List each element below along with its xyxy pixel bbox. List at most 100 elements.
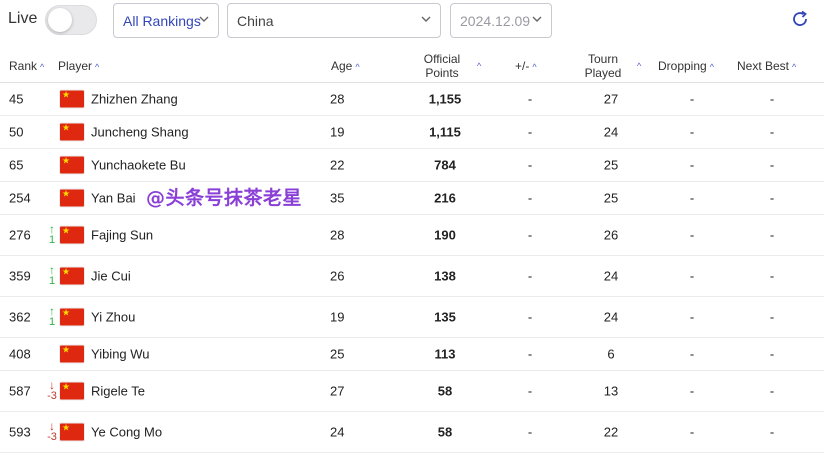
header-next-best[interactable]: Next Best ^ — [737, 59, 796, 74]
rank-movement-value: 1 — [48, 315, 56, 328]
ranking-type-select[interactable]: All Rankings — [113, 3, 219, 38]
next-best-cell: - — [769, 157, 775, 172]
table-row[interactable]: 587 ↓ -3 ★ Rigele Te 27 58 - 13 - - — [0, 370, 824, 412]
toggle-knob — [48, 8, 72, 32]
flag-star-icon: ★ — [62, 344, 71, 354]
tournaments-cell: 24 — [603, 309, 619, 324]
next-best-cell: - — [769, 383, 775, 398]
player-name[interactable]: Yi Zhou — [91, 309, 135, 324]
table-row[interactable]: 254 ★ Yan Bai 35 216 - 25 - - — [0, 181, 824, 215]
points-cell: 190 — [434, 227, 456, 242]
points-cell: 1,115 — [429, 124, 461, 139]
header-points-line2: Points — [425, 66, 459, 80]
age-cell: 24 — [330, 424, 345, 439]
table-row[interactable]: 45 ★ Zhizhen Zhang 28 1,155 - 27 - - — [0, 82, 824, 116]
dropping-cell: - — [689, 346, 695, 361]
tournaments-cell: 22 — [603, 424, 619, 439]
live-toggle[interactable] — [45, 5, 97, 35]
dropping-cell: - — [689, 190, 695, 205]
points-cell: 216 — [434, 190, 456, 205]
rank-movement: ↓ -3 — [44, 420, 60, 443]
player-name[interactable]: Fajing Sun — [91, 227, 153, 242]
player-name[interactable]: Yunchaokete Bu — [91, 157, 186, 172]
rank-movement: ↑ 1 — [44, 264, 60, 287]
diff-cell: - — [527, 268, 533, 283]
points-cell: 784 — [434, 157, 456, 172]
flag-star-icon: ★ — [62, 122, 71, 132]
table-row[interactable]: 50 ★ Juncheng Shang 19 1,115 - 24 - - — [0, 115, 824, 149]
tournaments-cell: 24 — [603, 268, 619, 283]
header-rank[interactable]: Rank ^ — [9, 59, 44, 74]
ranking-type-value: All Rankings — [123, 13, 201, 29]
table-row[interactable]: 65 ★ Yunchaokete Bu 22 784 - 25 - - — [0, 148, 824, 182]
diff-cell: - — [527, 190, 533, 205]
dropping-cell: - — [689, 124, 695, 139]
player-name[interactable]: Rigele Te — [91, 383, 145, 398]
dropping-cell: - — [689, 309, 695, 324]
diff-cell: - — [527, 424, 533, 439]
header-diff-label: +/- — [515, 59, 530, 73]
dropping-cell: - — [689, 268, 695, 283]
header-player[interactable]: Player ^ — [58, 59, 99, 74]
header-age[interactable]: Age ^ — [331, 59, 360, 74]
points-cell: 1,155 — [428, 91, 462, 106]
chevron-down-icon — [421, 16, 431, 22]
player-name[interactable]: Ye Cong Mo — [91, 424, 162, 439]
table-row[interactable]: 362 ↑ 1 ★ Yi Zhou 19 135 - 24 - - — [0, 296, 824, 338]
next-best-cell: - — [769, 227, 775, 242]
date-value: 2024.12.09 — [460, 13, 531, 29]
refresh-icon[interactable] — [790, 9, 810, 29]
header-tournaments[interactable]: Tourn Played — [573, 52, 633, 80]
points-cell: 113 — [434, 346, 456, 361]
diff-cell: - — [527, 157, 533, 172]
age-cell: 22 — [330, 157, 345, 172]
watermark-text: @头条号抹茶老星 — [146, 187, 303, 209]
tournaments-cell: 27 — [603, 91, 619, 106]
table-row[interactable]: 408 ★ Yibing Wu 25 113 - 6 - - — [0, 337, 824, 371]
date-select[interactable]: 2024.12.09 — [450, 3, 552, 38]
next-best-cell: - — [769, 91, 775, 106]
chevron-down-icon — [532, 16, 542, 22]
table-row[interactable]: 593 ↓ -3 ★ Ye Cong Mo 24 58 - 22 - - — [0, 411, 824, 453]
sort-asc-icon: ^ — [40, 62, 45, 72]
header-tourn-line2: Played — [584, 66, 622, 80]
flag-star-icon: ★ — [62, 225, 71, 235]
diff-cell: - — [527, 383, 533, 398]
header-diff[interactable]: +/- ^ — [515, 59, 537, 74]
next-best-cell: - — [769, 268, 775, 283]
flag-star-icon: ★ — [62, 266, 71, 276]
china-flag-icon: ★ — [60, 123, 84, 140]
table-row[interactable]: 276 ↑ 1 ★ Fajing Sun 28 190 - 26 - - — [0, 214, 824, 256]
player-name[interactable]: Zhizhen Zhang — [91, 91, 178, 106]
sort-asc-icon[interactable]: ^ — [637, 59, 641, 73]
dropping-cell: - — [689, 91, 695, 106]
rank-movement-value: -3 — [47, 430, 57, 443]
tournaments-cell: 6 — [607, 346, 615, 361]
header-tourn-line1: Tourn — [587, 52, 619, 66]
china-flag-icon: ★ — [60, 267, 84, 284]
header-dropping[interactable]: Dropping ^ — [658, 59, 714, 74]
player-name[interactable]: Yibing Wu — [91, 346, 150, 361]
points-cell: 138 — [434, 268, 456, 283]
player-name[interactable]: Juncheng Shang — [91, 124, 189, 139]
country-select[interactable]: China — [227, 3, 441, 38]
china-flag-icon: ★ — [60, 308, 84, 325]
next-best-cell: - — [769, 190, 775, 205]
toolbar: Live All Rankings China 2024.12.09 — [0, 0, 824, 44]
player-name[interactable]: Jie Cui — [91, 268, 131, 283]
flag-star-icon: ★ — [62, 307, 71, 317]
sort-asc-icon[interactable]: ^ — [477, 59, 481, 73]
player-name[interactable]: Yan Bai — [91, 190, 136, 205]
rank-movement: ↑ 1 — [44, 305, 60, 328]
dropping-cell: - — [689, 157, 695, 172]
age-cell: 28 — [330, 227, 345, 242]
diff-cell: - — [527, 227, 533, 242]
china-flag-icon: ★ — [60, 189, 84, 206]
table-row[interactable]: 359 ↑ 1 ★ Jie Cui 26 138 - 24 - - — [0, 255, 824, 297]
tournaments-cell: 25 — [603, 157, 619, 172]
china-flag-icon: ★ — [60, 90, 84, 107]
diff-cell: - — [527, 346, 533, 361]
header-points[interactable]: Official Points — [412, 52, 472, 80]
chevron-down-icon — [199, 16, 209, 22]
sort-asc-icon: ^ — [792, 62, 797, 72]
